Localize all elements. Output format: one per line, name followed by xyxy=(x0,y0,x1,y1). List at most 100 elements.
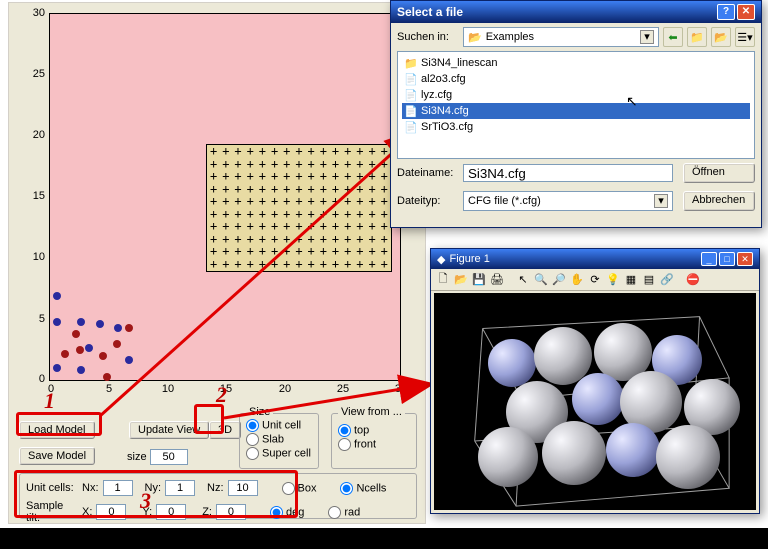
file-item[interactable]: 📄 SrTiO3.cfg xyxy=(402,119,750,135)
x-tick-2: 10 xyxy=(156,383,180,395)
cancel-button[interactable]: Abbrechen xyxy=(683,191,755,211)
scatter-dot xyxy=(85,344,93,352)
atom-sphere xyxy=(488,339,536,387)
file-icon: 📄 xyxy=(404,105,418,117)
scatter-dot xyxy=(96,320,104,328)
radio-label: front xyxy=(354,438,376,450)
radio-label: Unit cell xyxy=(262,419,301,431)
close-icon[interactable]: ✕ xyxy=(737,252,753,266)
size-label: size xyxy=(127,451,147,463)
atom-sphere xyxy=(606,423,660,477)
scatter-dot xyxy=(99,352,107,360)
atom-sphere xyxy=(656,425,720,489)
highlight-2 xyxy=(194,404,224,434)
y-tick-4: 20 xyxy=(27,129,45,141)
rotate-icon[interactable]: ⟳ xyxy=(587,272,603,288)
dialog-titlebar[interactable]: Select a file ? ✕ xyxy=(391,1,761,23)
size-group: Size Unit cell Slab Super cell xyxy=(239,413,319,469)
size-group-title: Size xyxy=(246,406,273,418)
figure-window: ◆ Figure 1 _ □ ✕ 🗋 📂 💾 🖨 ↖ 🔍 🔎 ✋ ⟳ 💡 ▦ ▤… xyxy=(430,248,760,514)
views-icon[interactable]: ☰▾ xyxy=(735,27,755,47)
open-icon[interactable]: 📂 xyxy=(453,272,469,288)
matlab-icon: ◆ xyxy=(437,253,445,266)
chevron-down-icon[interactable]: ▾ xyxy=(640,30,654,44)
radio-label: Slab xyxy=(262,433,284,445)
atom-sphere xyxy=(572,373,624,425)
x-tick-6: 30 xyxy=(389,383,413,395)
radio-label: top xyxy=(354,424,369,436)
folder-icon: 📂 xyxy=(468,31,482,44)
x-tick-5: 25 xyxy=(331,383,355,395)
view-group-title: View from ... xyxy=(338,406,405,418)
file-icon: 📄 xyxy=(404,121,418,133)
scatter-dot xyxy=(125,356,133,364)
new-icon[interactable]: 🗋 xyxy=(435,272,451,288)
help-icon[interactable]: ? xyxy=(717,4,735,20)
atom-sphere xyxy=(542,421,606,485)
atom-sphere xyxy=(478,427,538,487)
radio-super-cell[interactable]: Super cell xyxy=(246,447,312,460)
bottom-blackbar xyxy=(0,528,768,549)
figure-titlebar[interactable]: ◆ Figure 1 _ □ ✕ xyxy=(431,249,759,269)
annotation-1: 1 xyxy=(44,388,55,414)
close-icon[interactable]: ✕ xyxy=(737,4,755,20)
radio-top[interactable]: top xyxy=(338,424,410,437)
pan-icon[interactable]: ✋ xyxy=(569,272,585,288)
file-label: al2o3.cfg xyxy=(421,73,466,85)
scatter-dot xyxy=(76,346,84,354)
scatter-dot xyxy=(61,350,69,358)
maximize-icon[interactable]: □ xyxy=(719,252,735,266)
scatter-dot xyxy=(103,373,111,381)
plot-area[interactable]: // build 10x15 plus grid inline via DOM … xyxy=(49,13,401,381)
y-tick-2: 10 xyxy=(27,251,45,263)
radio-label: Super cell xyxy=(262,447,311,459)
annotation-3: 3 xyxy=(140,488,151,514)
size-input[interactable] xyxy=(150,449,188,465)
view-group: View from ... top front xyxy=(331,413,417,469)
filename-input[interactable] xyxy=(463,164,673,182)
datatip-icon[interactable]: 💡 xyxy=(605,272,621,288)
file-item-selected[interactable]: 📄 Si3N4.cfg xyxy=(402,103,750,119)
figure-canvas[interactable] xyxy=(434,293,756,510)
lookin-value: Examples xyxy=(486,31,534,43)
file-item[interactable]: 📄 al2o3.cfg xyxy=(402,71,750,87)
zoom-out-icon[interactable]: 🔎 xyxy=(551,272,567,288)
highlight-3 xyxy=(14,470,298,518)
open-button[interactable]: Öffnen xyxy=(683,163,755,183)
scatter-dot xyxy=(53,292,61,300)
y-tick-1: 5 xyxy=(27,313,45,325)
file-dialog: Select a file ? ✕ Suchen in: 📂 Examples … xyxy=(390,0,762,228)
radio-slab[interactable]: Slab xyxy=(246,433,312,446)
stop-icon[interactable]: ⛔ xyxy=(685,272,701,288)
print-icon[interactable]: 🖨 xyxy=(489,272,505,288)
scatter-dot xyxy=(72,330,80,338)
file-item[interactable]: 📄 lyz.cfg xyxy=(402,87,750,103)
file-label: lyz.cfg xyxy=(421,89,452,101)
save-icon[interactable]: 💾 xyxy=(471,272,487,288)
radio-front[interactable]: front xyxy=(338,438,410,451)
pointer-icon[interactable]: ↖ xyxy=(515,272,531,288)
radio-ncells[interactable]: Ncells xyxy=(340,482,386,495)
annotation-2: 2 xyxy=(216,382,227,408)
file-icon: 📄 xyxy=(404,73,418,85)
minimize-icon[interactable]: _ xyxy=(701,252,717,266)
link-icon[interactable]: 🔗 xyxy=(659,272,675,288)
filetype-combo[interactable]: CFG file (*.cfg) ▾ xyxy=(463,191,673,211)
save-model-button[interactable]: Save Model xyxy=(19,447,95,465)
radio-unit-cell[interactable]: Unit cell xyxy=(246,419,312,432)
file-list[interactable]: 📁 Si3N4_linescan 📄 al2o3.cfg 📄 lyz.cfg 📄… xyxy=(397,51,755,159)
zoom-in-icon[interactable]: 🔍 xyxy=(533,272,549,288)
file-item-folder[interactable]: 📁 Si3N4_linescan xyxy=(402,55,750,71)
legend-icon[interactable]: ▤ xyxy=(641,272,657,288)
colorbar-icon[interactable]: ▦ xyxy=(623,272,639,288)
back-icon[interactable]: ⬅ xyxy=(663,27,683,47)
chevron-down-icon[interactable]: ▾ xyxy=(654,194,668,208)
new-folder-icon[interactable]: 📂 xyxy=(711,27,731,47)
figure-title: Figure 1 xyxy=(449,253,489,265)
highlight-1 xyxy=(16,412,102,436)
radio-rad[interactable]: rad xyxy=(328,506,360,519)
up-folder-icon[interactable]: 📁 xyxy=(687,27,707,47)
lookin-combo[interactable]: 📂 Examples ▾ xyxy=(463,27,659,47)
folder-icon: 📁 xyxy=(404,57,418,69)
radio-label: Ncells xyxy=(356,482,386,494)
